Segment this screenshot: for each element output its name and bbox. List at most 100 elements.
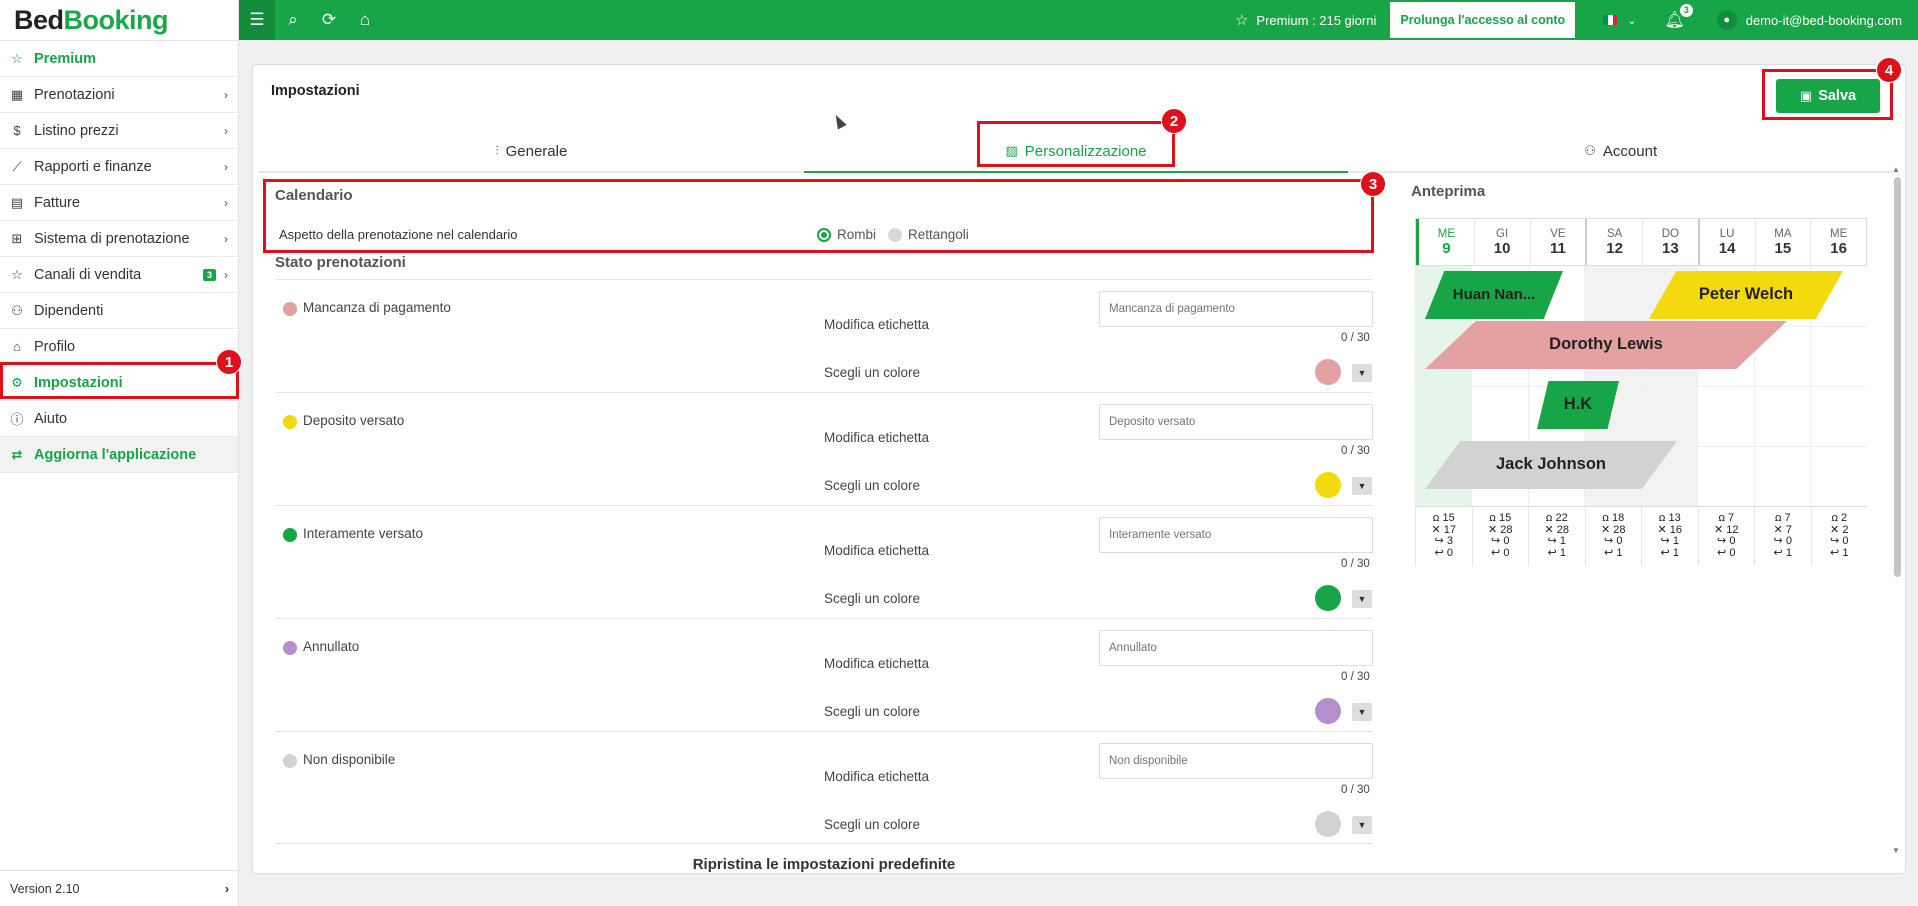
refresh-button[interactable]: ⟳ xyxy=(311,0,347,40)
chevron-down-icon[interactable]: ⌄ xyxy=(1627,14,1636,27)
reset-defaults-button[interactable]: Ripristina le impostazioni predefinite xyxy=(275,843,1373,873)
gear-icon: ⚙ xyxy=(11,374,23,390)
status-label-input[interactable] xyxy=(1099,743,1373,779)
sidebar-item-aiuto[interactable]: ⓘ Aiuto xyxy=(0,401,238,437)
vertical-scrollbar[interactable]: ▲ ▼ xyxy=(1891,165,1903,855)
departures-stat: ↩ 1 xyxy=(1604,546,1623,559)
chevron-down-icon[interactable]: ▼ xyxy=(1352,364,1372,382)
sidebar-item-rapporti[interactable]: ⟋ Rapporti e finanze › xyxy=(0,149,238,185)
departures-stat: ↩ 0 xyxy=(1491,546,1510,559)
user-menu[interactable]: ● demo-it@bed-booking.com xyxy=(1716,10,1902,30)
stat-value: 1 xyxy=(1842,546,1849,559)
stat-value: 22 xyxy=(1555,512,1568,524)
stat-value: 0 xyxy=(1842,535,1849,547)
char-counter: 0 / 30 xyxy=(1341,784,1370,796)
sidebar-nav: ☆ Premium ▦ Prenotazioni › $ Listino prezzi ›… xyxy=(0,40,238,473)
status-item: Interamente versato Modifica etichetta 0… xyxy=(275,505,1373,618)
chevron-right-icon: › xyxy=(224,881,229,896)
stat-value: 1 xyxy=(1559,546,1566,559)
grid-line xyxy=(1415,386,1867,387)
chevron-down-icon[interactable]: ▼ xyxy=(1352,816,1372,834)
sidebar-item-label: Sistema di prenotazione xyxy=(34,230,190,247)
star-icon: ☆ xyxy=(11,50,23,66)
tab-generale[interactable]: ⫶ Generale xyxy=(259,131,804,171)
color-swatch[interactable] xyxy=(1315,698,1341,724)
account-icon: ⚇ xyxy=(1584,143,1596,158)
stat-value: 1 xyxy=(1559,535,1566,547)
sidebar-item-aggiorna[interactable]: ⇄ Aggiorna l'applicazione xyxy=(0,437,238,473)
status-color-dot xyxy=(283,302,297,316)
search-button[interactable]: ⌕ xyxy=(275,0,311,40)
char-counter: 0 / 30 xyxy=(1341,671,1370,683)
booking-block: Peter Welch xyxy=(1649,271,1843,319)
scrollbar-thumb[interactable] xyxy=(1894,177,1901,577)
premium-status[interactable]: ☆ Premium : 215 giorni xyxy=(1235,11,1376,29)
departures-stat: ↩ 0 xyxy=(1434,546,1453,559)
sidebar-item-dipendenti[interactable]: ⚇ Dipendenti xyxy=(0,293,238,329)
sidebar-item-prenotazioni[interactable]: ▦ Prenotazioni › xyxy=(0,77,238,113)
sidebar-item-fatture[interactable]: ▤ Fatture › xyxy=(0,185,238,221)
status-label-input[interactable] xyxy=(1099,517,1373,553)
color-swatch[interactable] xyxy=(1315,359,1341,385)
chevron-right-icon: › xyxy=(224,87,228,102)
preview-day: DO 13 xyxy=(1642,219,1698,265)
version-selector[interactable]: Version 2.10 › xyxy=(0,870,239,906)
day-stats: ꭥ 7 ✕ 12 ↪ 0 ↩ 0 xyxy=(1697,507,1755,566)
calendar-preview: ME 9 GI 10 VE 11 SA 12 DO 13 LU 14 MA 15 ME 16 H… xyxy=(1415,218,1867,566)
sidebar-item-sistema[interactable]: ⊞ Sistema di prenotazione › xyxy=(0,221,238,257)
color-swatch[interactable] xyxy=(1315,472,1341,498)
tab-account[interactable]: ⚇ Account xyxy=(1348,131,1893,171)
choose-color-label: Scegli un colore xyxy=(824,478,921,493)
logo-part-booking: Booking xyxy=(63,4,169,35)
color-swatch[interactable] xyxy=(1315,811,1341,837)
status-item: Annullato Modifica etichetta 0 / 30 Sceg… xyxy=(275,618,1373,731)
sidebar-item-premium[interactable]: ☆ Premium xyxy=(0,41,238,77)
sidebar-item-canali[interactable]: ☆ Canali di vendita 3 › xyxy=(0,257,238,293)
chevron-down-icon[interactable]: ▼ xyxy=(1352,590,1372,608)
italy-flag-icon[interactable] xyxy=(1603,15,1618,25)
scroll-down-icon[interactable]: ▼ xyxy=(1892,846,1900,855)
hamburger-icon: ☰ xyxy=(249,10,265,29)
stat-value: 0 xyxy=(1446,546,1453,559)
sidebar-item-label: Prenotazioni xyxy=(34,86,115,103)
status-name: Deposito versato xyxy=(303,413,405,428)
notifications-button[interactable]: 🔔︎ 3 xyxy=(1664,4,1693,30)
status-label-input[interactable] xyxy=(1099,630,1373,666)
chevron-down-icon[interactable]: ▼ xyxy=(1352,703,1372,721)
chevron-down-icon[interactable]: ▼ xyxy=(1352,477,1372,495)
status-label-input[interactable] xyxy=(1099,291,1373,327)
booking-block: Jack Johnson xyxy=(1425,441,1677,489)
app-logo[interactable]: Bed Booking xyxy=(0,0,238,40)
extend-access-button[interactable]: Prolunga l'accesso al conto xyxy=(1390,2,1576,38)
save-button[interactable]: ▣ Salva xyxy=(1776,79,1880,113)
status-color-dot xyxy=(283,528,297,542)
day-number: 10 xyxy=(1493,239,1511,257)
edit-label-text: Modifica etichetta xyxy=(824,430,930,445)
day-number: 12 xyxy=(1606,239,1623,257)
refresh-icon: ⟳ xyxy=(321,10,337,29)
radio-rettangoli[interactable]: Rettangoli xyxy=(888,227,969,242)
color-swatch[interactable] xyxy=(1315,585,1341,611)
char-counter: 0 / 30 xyxy=(1341,445,1370,457)
tab-label: Personalizzazione xyxy=(1024,142,1147,160)
stat-value: 7 xyxy=(1784,512,1791,524)
sliders-icon: ⫶ xyxy=(495,143,499,158)
logo-part-bed: Bed xyxy=(14,4,64,35)
sidebar-item-profilo[interactable]: ⌂ Profilo xyxy=(0,329,238,365)
preview-day-header: ME 9 GI 10 VE 11 SA 12 DO 13 LU 14 MA 15 ME 16 xyxy=(1415,218,1867,266)
chevron-right-icon: › xyxy=(224,123,228,138)
tab-personalizzazione[interactable]: ▨ Personalizzazione xyxy=(803,131,1349,173)
sidebar-item-label: Canali di vendita xyxy=(34,266,142,283)
sidebar-item-listino-prezzi[interactable]: $ Listino prezzi › xyxy=(0,113,238,149)
scroll-up-icon[interactable]: ▲ xyxy=(1892,165,1900,174)
menu-toggle-button[interactable]: ☰ xyxy=(239,0,275,40)
booking-block: H.K xyxy=(1537,381,1619,429)
sidebar-item-impostazioni[interactable]: ⚙ Impostazioni xyxy=(0,365,238,401)
home-button[interactable]: ⌂ xyxy=(347,0,383,40)
stat-value: 1 xyxy=(1672,546,1679,559)
preview-stats: ꭥ 15 ✕ 17 ↪ 3 ↩ 0 ꭥ 15 ✕ 28 ↪ 0 ↩ 0 ꭥ 22 ✕ 28 ↪ … xyxy=(1415,506,1867,566)
radio-rombi[interactable]: Rombi xyxy=(817,227,876,242)
status-label-input[interactable] xyxy=(1099,404,1373,440)
building-icon: ⌂ xyxy=(13,339,21,354)
calendar-appearance-row: Aspetto della prenotazione nel calendari… xyxy=(275,219,1369,251)
